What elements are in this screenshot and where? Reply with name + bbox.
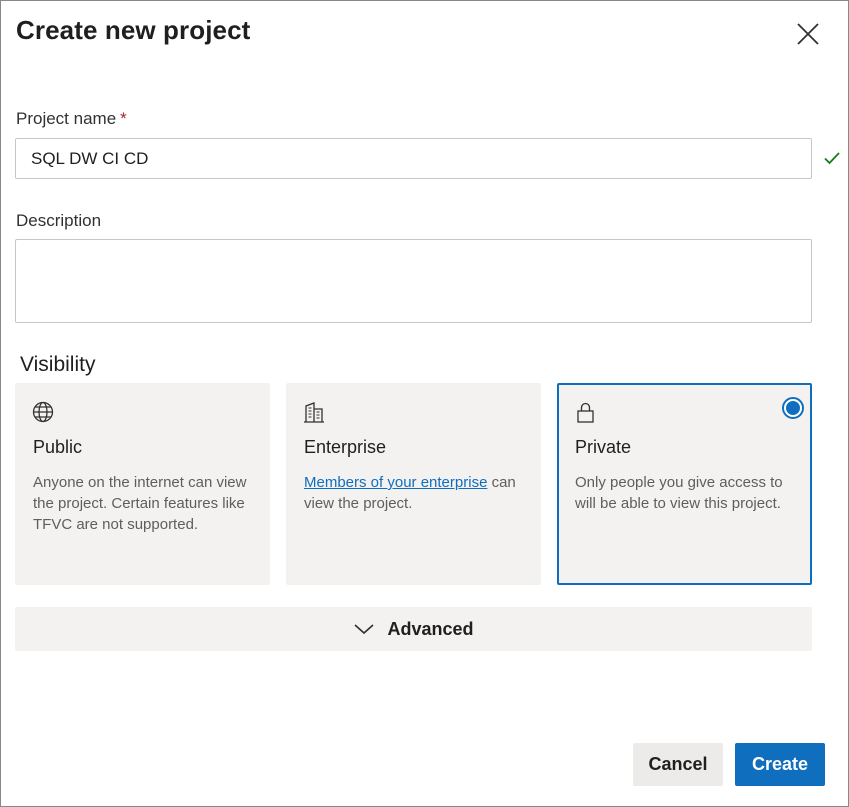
members-of-enterprise-link[interactable]: Members of your enterprise [304, 474, 487, 491]
visibility-option-description: Members of your enterprise can view the … [304, 472, 519, 514]
close-icon [796, 22, 820, 46]
project-name-label: Project name* [16, 109, 127, 129]
visibility-option-title: Enterprise [304, 437, 386, 458]
dialog-title: Create new project [16, 15, 250, 46]
visibility-heading: Visibility [20, 353, 95, 377]
project-name-input[interactable] [15, 138, 812, 179]
visibility-option-private[interactable]: Private Only people you give access to w… [557, 383, 812, 585]
create-project-dialog: Create new project Project name* Descrip… [0, 0, 849, 807]
advanced-toggle-button[interactable]: Advanced [15, 607, 812, 651]
visibility-option-enterprise[interactable]: Enterprise Members of your enterprise ca… [286, 383, 541, 585]
lock-icon [574, 401, 598, 425]
globe-icon [32, 401, 56, 425]
visibility-option-title: Private [575, 437, 631, 458]
visibility-option-public[interactable]: Public Anyone on the internet can view t… [15, 383, 270, 585]
cancel-button[interactable]: Cancel [633, 743, 723, 786]
description-label: Description [16, 211, 101, 231]
close-button[interactable] [791, 17, 825, 51]
visibility-option-description: Only people you give access to will be a… [575, 472, 790, 514]
selected-radio-indicator[interactable] [782, 397, 804, 419]
project-name-label-text: Project name [16, 109, 116, 128]
visibility-option-description: Anyone on the internet can view the proj… [33, 472, 248, 535]
required-marker: * [120, 109, 127, 128]
building-icon [303, 401, 327, 425]
chevron-down-icon [353, 622, 375, 636]
visibility-option-title: Public [33, 437, 82, 458]
checkmark-icon [823, 150, 841, 166]
radio-dot [786, 401, 800, 415]
create-button[interactable]: Create [735, 743, 825, 786]
advanced-label: Advanced [387, 619, 473, 640]
description-field[interactable] [15, 239, 812, 323]
